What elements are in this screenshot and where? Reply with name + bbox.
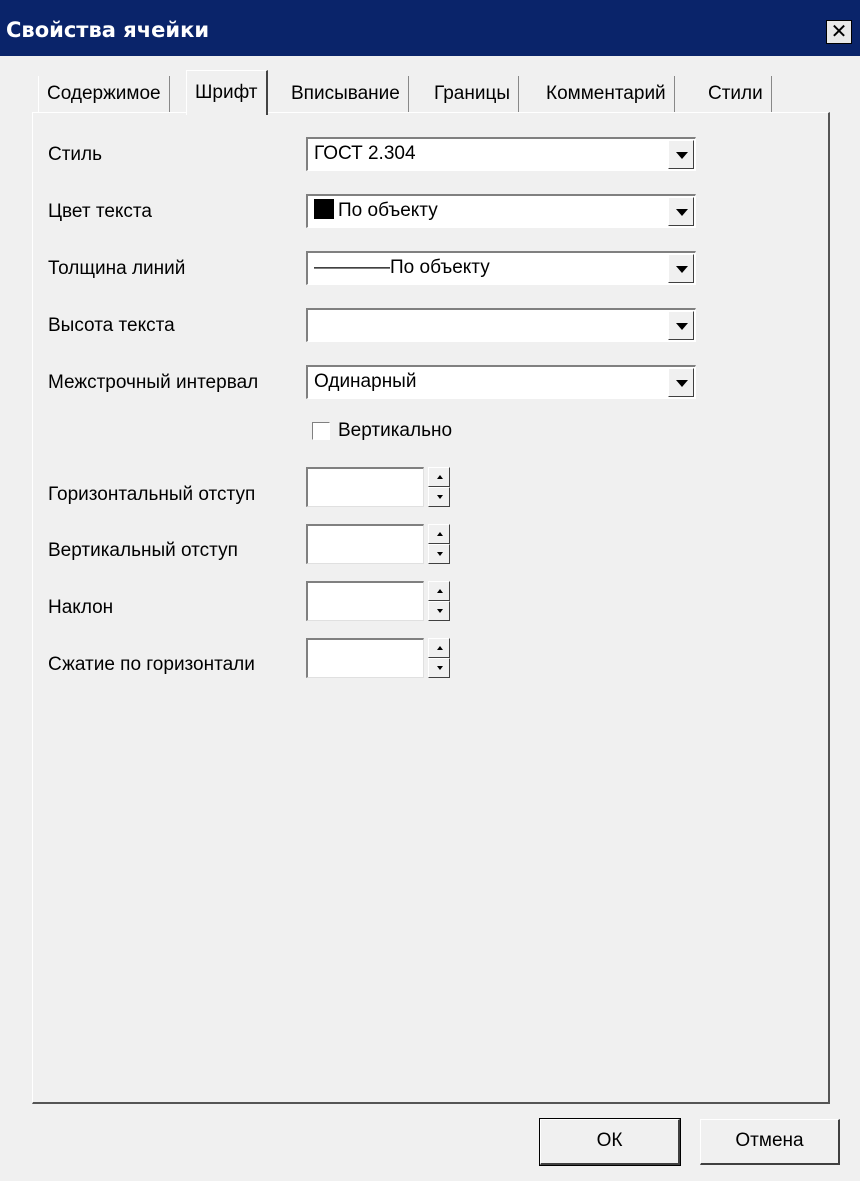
- spin-down-icon[interactable]: [428, 658, 450, 678]
- line-weight-display: ————По объекту: [314, 253, 490, 283]
- horizontal-compression-input[interactable]: [306, 638, 424, 678]
- spin-up-icon[interactable]: [428, 467, 450, 487]
- vertical-checkbox[interactable]: [312, 422, 330, 440]
- tab-styles[interactable]: Стили: [700, 76, 772, 112]
- tab-borders[interactable]: Границы: [426, 76, 519, 112]
- tab-fitting-label: Вписывание: [291, 83, 400, 104]
- spin-down-icon[interactable]: [428, 601, 450, 621]
- slant-input[interactable]: [306, 581, 424, 621]
- line-weight-combobox[interactable]: ————По объекту: [306, 251, 696, 285]
- spin-down-icon[interactable]: [428, 487, 450, 507]
- vertical-indent-label: Вертикальный отступ: [48, 540, 238, 561]
- spin-up-icon[interactable]: [428, 524, 450, 544]
- tab-fitting[interactable]: Вписывание: [283, 76, 409, 112]
- line-weight-label: Толщина линий: [48, 258, 186, 279]
- tab-comment-label: Комментарий: [546, 83, 666, 104]
- tab-borders-label: Границы: [434, 83, 510, 104]
- tab-styles-label: Стили: [708, 83, 763, 104]
- tab-content-label: Содержимое: [47, 83, 161, 104]
- tab-font-label: Шрифт: [195, 82, 258, 103]
- vertical-indent-input[interactable]: [306, 524, 424, 564]
- tab-font[interactable]: Шрифт: [186, 70, 268, 115]
- chevron-down-icon[interactable]: [668, 140, 694, 169]
- close-button[interactable]: ✕: [826, 20, 852, 44]
- cancel-button[interactable]: Отмена: [700, 1119, 840, 1165]
- text-color-value: По объекту: [338, 200, 438, 221]
- text-color-display: По объекту: [314, 196, 438, 226]
- text-color-label: Цвет текста: [48, 201, 152, 222]
- text-color-combobox[interactable]: По объекту: [306, 194, 696, 228]
- line-spacing-label: Межстрочный интервал: [48, 372, 259, 393]
- style-value: ГОСТ 2.304: [314, 143, 416, 164]
- horizontal-compression-label: Сжатие по горизонтали: [48, 654, 255, 675]
- chevron-down-icon[interactable]: [668, 197, 694, 226]
- spin-up-icon[interactable]: [428, 638, 450, 658]
- spin-up-icon[interactable]: [428, 581, 450, 601]
- chevron-down-icon[interactable]: [668, 254, 694, 283]
- line-spacing-combobox[interactable]: Одинарный: [306, 365, 696, 399]
- text-height-combobox[interactable]: [306, 308, 696, 342]
- line-spacing-value: Одинарный: [314, 371, 417, 392]
- tab-content[interactable]: Содержимое: [38, 76, 170, 112]
- chevron-down-icon[interactable]: [668, 311, 694, 340]
- style-label: Стиль: [48, 144, 103, 165]
- line-sample-icon: ————: [314, 257, 390, 278]
- close-icon: ✕: [830, 19, 848, 43]
- slant-label: Наклон: [48, 597, 114, 618]
- vertical-checkbox-label[interactable]: Вертикально: [338, 417, 452, 445]
- text-height-label: Высота текста: [48, 315, 175, 336]
- tab-comment[interactable]: Комментарий: [538, 76, 675, 112]
- color-swatch-icon: [314, 199, 334, 219]
- title-bar: Свойства ячейки ✕: [0, 0, 860, 56]
- line-weight-value: По объекту: [390, 257, 490, 278]
- chevron-down-icon[interactable]: [668, 368, 694, 397]
- horizontal-indent-label: Горизонтальный отступ: [48, 484, 256, 505]
- spin-down-icon[interactable]: [428, 544, 450, 564]
- ok-button[interactable]: ОК: [539, 1118, 681, 1166]
- style-combobox[interactable]: ГОСТ 2.304: [306, 137, 696, 171]
- horizontal-indent-input[interactable]: [306, 467, 424, 507]
- window-title: Свойства ячейки: [6, 18, 210, 42]
